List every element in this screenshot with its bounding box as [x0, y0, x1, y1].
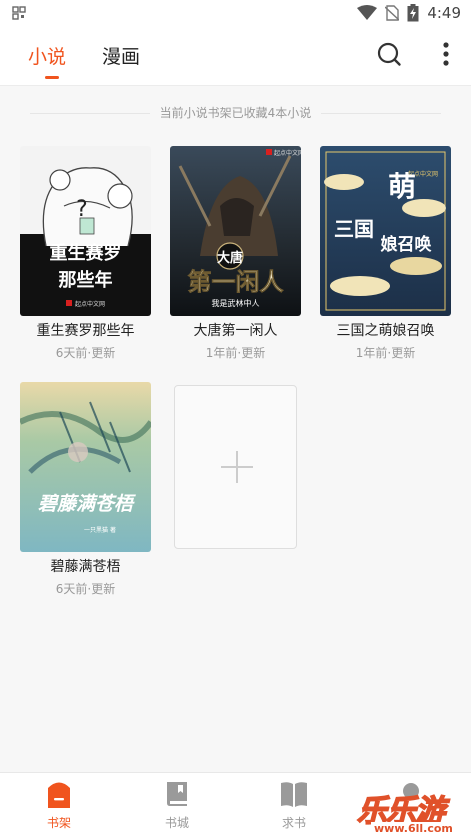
cover-publisher: 起点中文网 — [274, 149, 301, 157]
search-icon[interactable] — [376, 41, 402, 67]
book-title[interactable]: 碧藤满苍梧 — [20, 556, 151, 576]
nav-label-request: 求书 — [281, 816, 306, 830]
book-update-time: 1年前·更新 — [205, 346, 266, 360]
tab-novels[interactable]: 小说 — [28, 42, 66, 69]
add-book-button[interactable] — [174, 385, 297, 549]
book-cover[interactable]: ? 重生赛罗 那些年 起点中文网 — [20, 146, 151, 316]
cover-publisher: 起点中文网 — [75, 300, 105, 308]
cover-title: 碧藤满苍梧 — [38, 493, 136, 515]
more-vertical-icon[interactable] — [436, 41, 456, 67]
shelf-notice: 当前小说书架已收藏4本小说 — [159, 106, 312, 120]
book-update-time: 6天前·更新 — [55, 582, 116, 596]
cover-title-c: 娘召唤 — [381, 234, 432, 255]
cover-title-line1: 重生赛罗 — [50, 242, 122, 264]
book-cover[interactable]: 起点中文网 大唐 第一闲人 我是武林中人 — [170, 146, 301, 316]
tab-comics[interactable]: 漫画 — [102, 42, 140, 69]
cover-author: 一只黑猫 著 — [84, 526, 116, 534]
status-icons: 4:49 — [357, 3, 461, 23]
book-icon — [167, 782, 187, 806]
qr-icon — [12, 6, 26, 20]
book-update-time: 6天前·更新 — [55, 346, 116, 360]
nav-item-bookshelf[interactable]: 书架 — [19, 773, 99, 837]
active-tab-indicator — [45, 76, 59, 79]
bookshelf-icon — [48, 782, 70, 808]
wifi-icon — [357, 5, 378, 20]
cover-question-mark: ? — [76, 197, 88, 222]
cover-author: 我是武林中人 — [212, 298, 260, 308]
cover-big-text: 大唐 — [217, 250, 243, 266]
site-watermark: 乐乐游戏 www.6ll.com — [355, 786, 471, 837]
status-time: 4:49 — [427, 4, 461, 22]
nav-item-request[interactable]: 求书 — [254, 773, 334, 837]
watermark-url: www.6ll.com — [371, 822, 456, 835]
book-update-time: 1年前·更新 — [355, 346, 416, 360]
nav-label-bookshelf: 书架 — [46, 816, 71, 830]
cover-title-a: 萌 — [388, 170, 416, 203]
no-sim-icon — [385, 5, 400, 21]
book-title[interactable]: 重生赛罗那些年 — [20, 320, 151, 340]
book-cover[interactable]: 碧藤满苍梧 一只黑猫 著 — [20, 382, 151, 552]
open-book-icon — [281, 782, 307, 807]
cover-title: 第一闲人 — [188, 267, 284, 296]
book-cover[interactable]: 起点中文网 萌 三国 娘召唤 — [320, 146, 451, 316]
book-title[interactable]: 三国之萌娘召唤 — [320, 320, 451, 340]
nav-item-bookstore[interactable]: 书城 — [137, 773, 217, 837]
nav-label-bookstore: 书城 — [164, 816, 189, 830]
book-title[interactable]: 大唐第一闲人 — [170, 320, 301, 340]
status-bar: 4:49 — [0, 0, 471, 26]
cover-title-line2: 那些年 — [59, 269, 113, 291]
battery-charging-icon — [407, 4, 419, 22]
cover-title-b: 三国 — [334, 217, 374, 241]
app-bar: 小说 漫画 — [0, 26, 471, 86]
